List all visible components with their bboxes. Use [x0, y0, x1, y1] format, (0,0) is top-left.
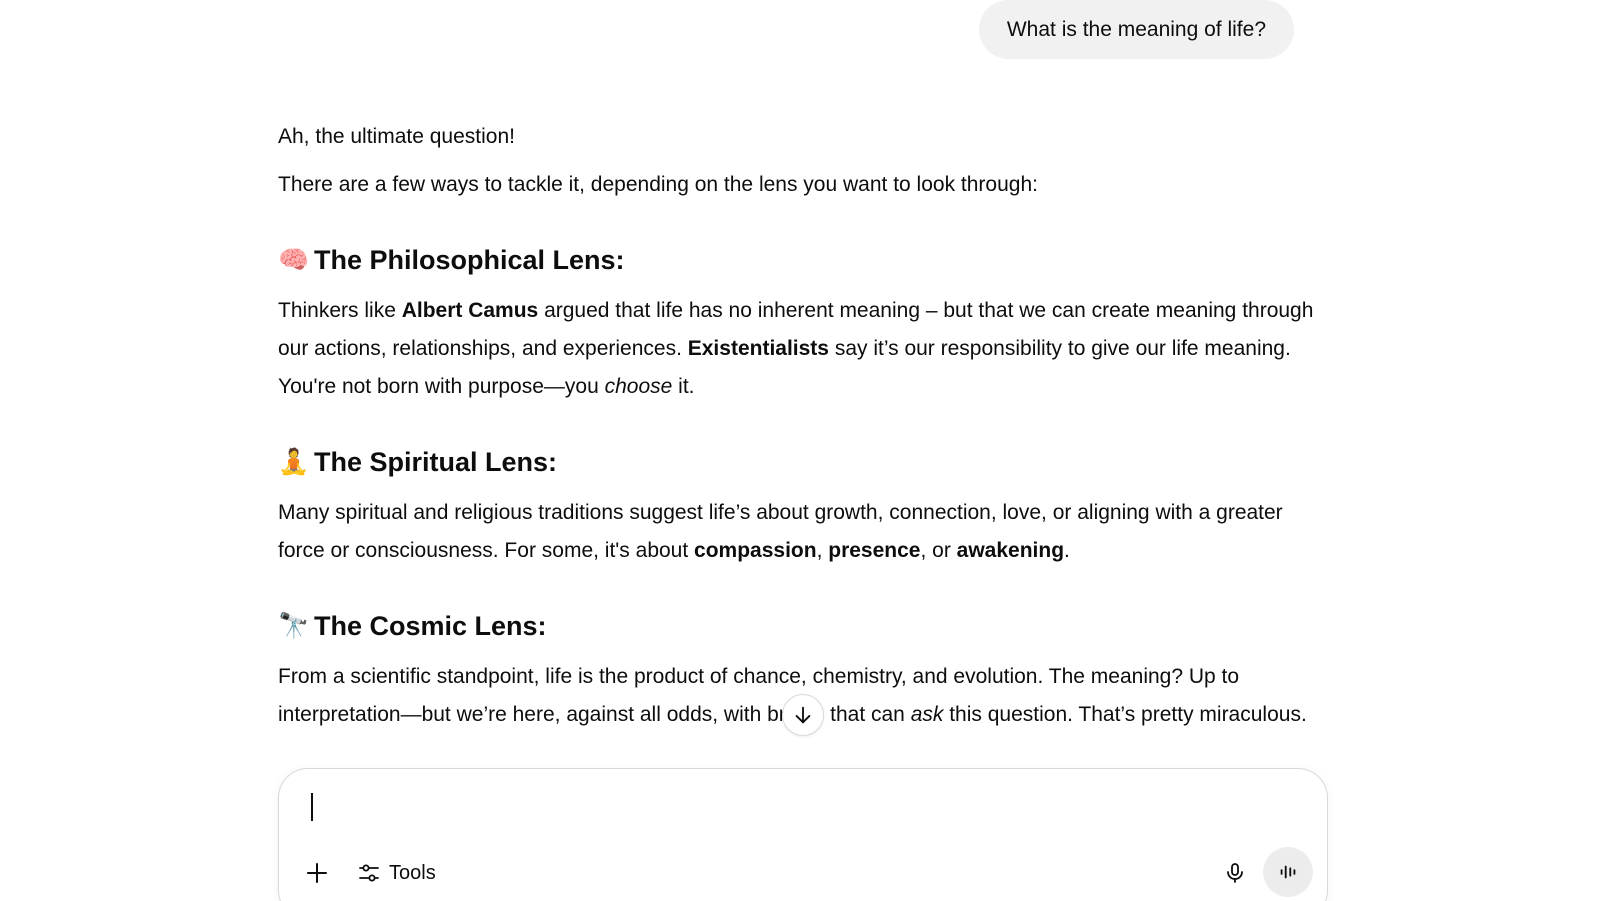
section-heading-text: The Spiritual Lens:	[314, 447, 558, 477]
brain-icon: 🧠	[278, 246, 310, 274]
body-text: ,	[816, 539, 829, 562]
user-message-text: What is the meaning of life?	[1006, 18, 1266, 41]
section-heading-cosmic: 🔭 The Cosmic Lens:	[278, 606, 1328, 646]
voice-mode-button[interactable]	[1263, 847, 1313, 897]
italic-text: choose	[604, 375, 673, 398]
section-heading-text: The Cosmic Lens:	[314, 611, 547, 641]
body-text: it.	[672, 375, 695, 398]
bold-text: Existentialists	[687, 337, 829, 360]
user-message-bubble: What is the meaning of life?	[978, 0, 1294, 59]
text-caret	[311, 793, 313, 821]
meditation-icon: 🧘	[278, 448, 310, 476]
assistant-message: Ah, the ultimate question! There are a f…	[278, 118, 1328, 770]
italic-text: ask	[910, 703, 944, 726]
microphone-icon	[1227, 863, 1243, 883]
bold-text: Albert Camus	[401, 299, 539, 322]
section-heading-text: The Philosophical Lens:	[314, 245, 625, 275]
message-composer: Tools	[278, 768, 1328, 901]
body-text: Thinkers like	[278, 299, 402, 322]
body-text: .	[1064, 539, 1070, 562]
plus-icon	[307, 863, 327, 883]
telescope-icon: 🔭	[278, 612, 310, 640]
section-body-philosophical: Thinkers like Albert Camus argued that l…	[278, 292, 1328, 406]
assistant-intro-line-2: There are a few ways to tackle it, depen…	[278, 173, 1038, 196]
section-heading-philosophical: 🧠 The Philosophical Lens:	[278, 240, 1328, 280]
body-text: , or	[920, 539, 957, 562]
voice-waveform-icon	[1280, 865, 1296, 879]
scroll-to-bottom-button[interactable]	[782, 694, 824, 736]
assistant-intro-line-1: Ah, the ultimate question!	[278, 125, 515, 148]
bold-text: awakening	[956, 539, 1065, 562]
section-heading-spiritual: 🧘 The Spiritual Lens:	[278, 442, 1328, 482]
chat-page: What is the meaning of life? Ah, the ult…	[0, 0, 1600, 901]
tools-button[interactable]: Tools	[351, 855, 442, 891]
dictate-button[interactable]	[1217, 855, 1253, 891]
add-attachment-button[interactable]	[299, 855, 335, 891]
bold-text: presence	[828, 539, 921, 562]
sliders-icon	[359, 864, 379, 882]
body-text: this question. That’s pretty miraculous.	[943, 703, 1307, 726]
tools-label: Tools	[389, 861, 436, 884]
message-input[interactable]	[309, 789, 1273, 831]
section-body-spiritual: Many spiritual and religious traditions …	[278, 494, 1328, 570]
bold-text: compassion	[694, 539, 817, 562]
arrow-down-icon	[795, 706, 811, 724]
